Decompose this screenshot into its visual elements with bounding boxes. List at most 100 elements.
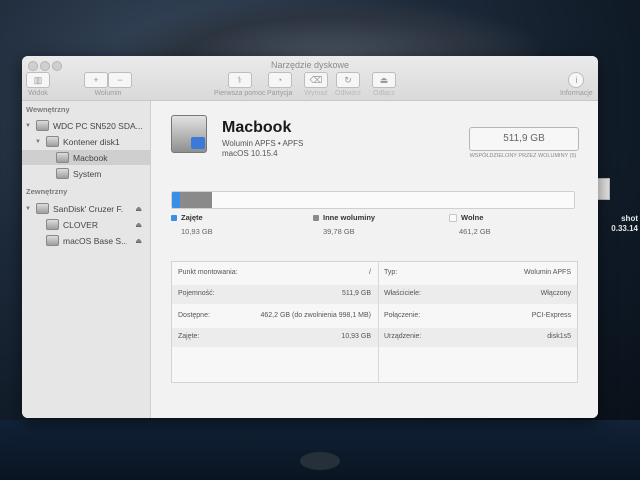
info-label-owners: Właściciele: [384, 290, 421, 297]
info-label-type: Typ: [384, 269, 398, 276]
sidebar-item-clover[interactable]: CLOVER ⏏ [22, 217, 150, 232]
sidebar-item-label: Macbook [73, 152, 108, 163]
info-value-owners: Włączony [540, 290, 571, 297]
sidebar-item-label: Kontener disk1 [63, 136, 120, 147]
volume-size-box: 511,9 GB [469, 127, 579, 151]
legend-swatch-free [449, 213, 457, 222]
chevron-down-icon[interactable]: ▼ [34, 139, 42, 145]
volume-button[interactable]: + − Wolumin [84, 72, 132, 97]
sidebar-item-label: WDC PC SN520 SDA... [53, 120, 143, 131]
usage-bar [171, 191, 575, 209]
erase-icon: ⌫ [304, 72, 328, 88]
sidebar-header-internal: Wewnętrzny [26, 105, 70, 114]
sidebar-item-system[interactable]: System [22, 166, 150, 181]
info-table: Punkt montowania: / Typ: Wolumin APFS Po… [171, 261, 578, 383]
info-icon: i [568, 72, 585, 88]
volume-icon [46, 235, 59, 246]
info-label-capacity: Pojemność: [178, 290, 215, 297]
volume-type: Wolumin APFS • APFS [222, 139, 304, 148]
partition-button[interactable]: ◔ Partycja [267, 72, 292, 97]
restore-label: Odtwórz [335, 90, 362, 97]
info-label-used: Zajęte: [178, 333, 200, 340]
info-label-available: Dostępne: [178, 312, 210, 319]
volume-icon [46, 219, 59, 230]
wallpaper-mountain [120, 0, 540, 60]
main-content: Macbook Wolumin APFS • APFS macOS 10.15.… [151, 101, 598, 418]
usage-bar-used [172, 192, 181, 208]
sidebar: Wewnętrzny ▼ WDC PC SN520 SDA... ▼ Konte… [22, 101, 151, 418]
wallpaper-rock [300, 452, 340, 470]
first-aid-label: Pierwsza pomoc [214, 90, 266, 97]
legend-swatch-other [313, 214, 319, 221]
restore-button[interactable]: ↻ Odtwórz [335, 72, 361, 97]
container-icon [46, 136, 59, 147]
info-value-connection: PCI-Express [531, 312, 571, 319]
info-row: Pojemność: 511,9 GB Właściciele: Włączon… [172, 285, 577, 304]
sidebar-item-label: CLOVER [63, 219, 98, 230]
partition-label: Partycja [267, 90, 293, 97]
info-row: Dostępne: 462,2 GB (do zwolnienia 998,1 … [172, 307, 577, 326]
info-row: Zajęte: 10,93 GB Urządzenie: disk1s5 [172, 328, 577, 347]
sidebar-item-macbook[interactable]: Macbook [22, 150, 150, 165]
sidebar-item-label: macOS Base S... [63, 235, 127, 246]
volume-icon [56, 168, 69, 179]
sidebar-item-label: System [73, 168, 102, 179]
info-divider [378, 262, 379, 382]
legend-used: Zajęte 10,93 GB [171, 213, 213, 236]
volume-icon [56, 152, 69, 163]
unmount-button[interactable]: ⏏ Odłącz [372, 72, 396, 97]
eject-icon[interactable]: ⏏ [135, 221, 142, 229]
info-button[interactable]: i Informacje [560, 72, 593, 97]
plus-icon[interactable]: + [84, 72, 108, 88]
info-value-type: Wolumin APFS [524, 269, 571, 276]
legend-value-free: 461,2 GB [459, 227, 491, 236]
sidebar-item-macos-base[interactable]: macOS Base S... ⏏ [22, 233, 150, 248]
info-value-used: 10,93 GB [341, 333, 371, 340]
restore-icon: ↻ [336, 72, 361, 88]
view-button[interactable]: ▥ Widok [26, 72, 50, 97]
eject-icon[interactable]: ⏏ [135, 205, 142, 213]
legend-swatch-used [171, 214, 177, 221]
first-aid-button[interactable]: ⚕ Pierwsza pomoc [214, 72, 265, 97]
info-value-device: disk1s5 [547, 333, 571, 340]
wallpaper-sea [0, 420, 640, 480]
minus-icon[interactable]: − [108, 72, 132, 88]
info-label-device: Urządzenie: [384, 333, 422, 340]
hard-disk-icon [36, 120, 49, 131]
view-label: Widok [28, 90, 48, 97]
volume-label: Wolumin [94, 90, 122, 97]
info-label-connection: Połączenie: [384, 312, 421, 319]
usb-drive-icon [36, 203, 49, 214]
sidebar-item-label: SanDisk' Cruzer F... [53, 203, 123, 214]
legend-value-other: 39,78 GB [323, 227, 355, 236]
desktop-file-label-2[interactable]: 0.33.14 [611, 224, 638, 233]
legend-label-other: Inne woluminy [323, 213, 376, 222]
info-value-mount-point: / [369, 269, 371, 276]
erase-button[interactable]: ⌫ Wymaż [304, 72, 328, 97]
desktop-file-icon[interactable] [596, 178, 610, 200]
sidebar-item-wdc-disk[interactable]: ▼ WDC PC SN520 SDA... [22, 118, 150, 133]
info-label: Informacje [560, 90, 593, 97]
toolbar: Narzędzie dyskowe ▥ Widok + − Wolumin ⚕ … [22, 56, 598, 101]
eject-icon[interactable]: ⏏ [135, 237, 142, 245]
sidebar-item-sandisk[interactable]: ▼ SanDisk' Cruzer F... ⏏ [22, 201, 150, 216]
info-row: Punkt montowania: / Typ: Wolumin APFS [172, 264, 577, 283]
unmount-label: Odłącz [373, 90, 395, 97]
chevron-down-icon[interactable]: ▼ [24, 123, 32, 129]
chevron-down-icon[interactable]: ▼ [24, 206, 32, 212]
usage-bar-other [180, 192, 212, 208]
stethoscope-icon: ⚕ [227, 72, 252, 88]
window-title: Narzędzie dyskowe [270, 60, 350, 70]
pie-chart-icon: ◔ [267, 72, 292, 88]
desktop-file-label-1[interactable]: shot [621, 214, 638, 223]
legend-label-free: Wolne [461, 213, 484, 222]
volume-size-caption: WSPÓŁDZIELONY PRZEZ WOLUMINY (5) [469, 153, 577, 159]
legend-label-used: Zajęte [181, 213, 203, 222]
sidebar-icon: ▥ [26, 72, 50, 88]
info-label-mount-point: Punkt montowania: [178, 269, 238, 276]
info-value-capacity: 511,9 GB [341, 290, 371, 297]
legend-value-used: 10,93 GB [181, 227, 213, 236]
sidebar-header-external: Zewnętrzny [26, 187, 68, 196]
legend-free: Wolne 461,2 GB [449, 213, 491, 236]
sidebar-item-container-disk1[interactable]: ▼ Kontener disk1 [22, 134, 150, 149]
